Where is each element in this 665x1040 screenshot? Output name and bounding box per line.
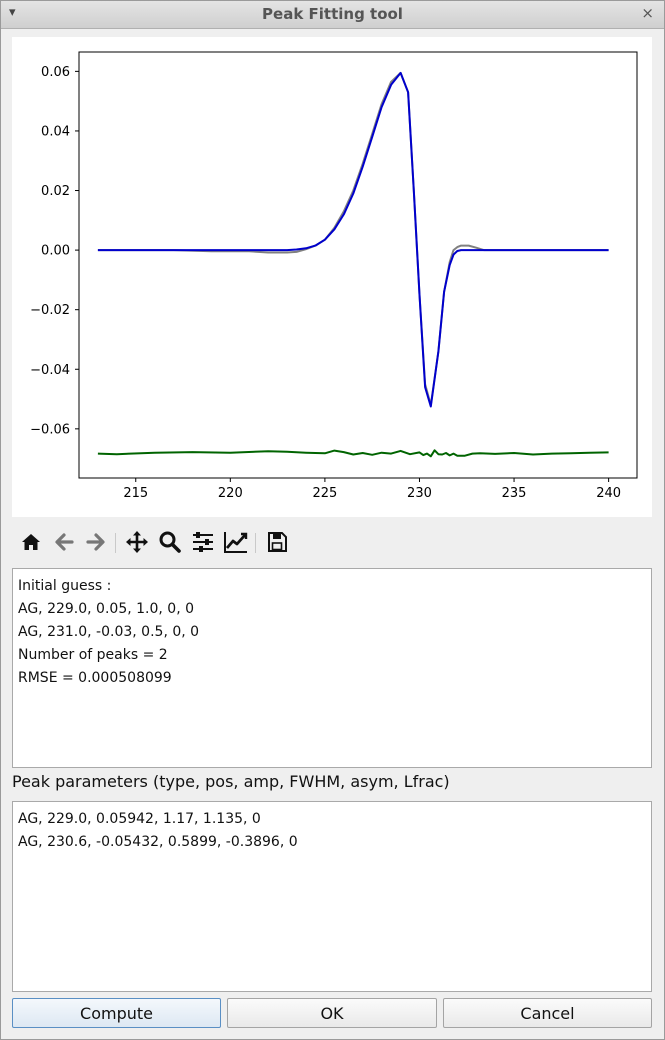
- y-tick-label: 0.06: [41, 65, 70, 80]
- peak-parameters-editor[interactable]: AG, 229.0, 0.05942, 1.17, 1.135, 0 AG, 2…: [12, 801, 652, 992]
- y-tick-label: 0.00: [41, 244, 70, 259]
- save-floppy-icon: [268, 532, 287, 552]
- y-tick-label: −0.02: [30, 303, 70, 318]
- x-tick-label: 225: [312, 486, 337, 501]
- plot-frame: [78, 51, 638, 479]
- window-title: Peak Fitting tool: [262, 5, 403, 23]
- forward-arrow-icon: [86, 533, 105, 551]
- back-arrow-icon: [55, 533, 74, 551]
- home-icon: [22, 534, 40, 550]
- param-line: AG, 229.0, 0.05942, 1.17, 1.135, 0: [18, 811, 261, 827]
- x-tick-label: 220: [218, 486, 243, 501]
- subplot-sliders-icon: [193, 532, 213, 552]
- log-line: AG, 229.0, 0.05, 1.0, 0, 0: [18, 601, 195, 617]
- peak-fit-chart: 215 220 225 230 235 240 0.06 0.04 0.02 0.00 −0.02 −…: [30, 51, 638, 501]
- log-line: Number of peaks = 2: [18, 647, 168, 663]
- pan-button[interactable]: [123, 527, 151, 557]
- zoom-magnifier-icon: [159, 531, 181, 553]
- y-tick-label: 0.02: [41, 184, 70, 199]
- edit-axis-button[interactable]: [222, 527, 250, 557]
- log-line: AG, 231.0, -0.03, 0.5, 0, 0: [18, 624, 200, 640]
- compute-button[interactable]: Compute: [12, 998, 221, 1028]
- toolbar-separator: [115, 533, 116, 553]
- cancel-button[interactable]: Cancel: [443, 998, 652, 1028]
- y-tick-label: −0.04: [30, 363, 70, 378]
- x-tick-label: 240: [596, 486, 621, 501]
- param-line: AG, 230.6, -0.05432, 0.5899, -0.3896, 0: [18, 834, 298, 850]
- zoom-button[interactable]: [156, 527, 184, 557]
- back-button[interactable]: [50, 527, 78, 557]
- x-tick-label: 215: [123, 486, 148, 501]
- edit-axis-icon: [224, 532, 248, 553]
- save-button[interactable]: [263, 527, 291, 557]
- fit-log-text[interactable]: Initial guess : AG, 229.0, 0.05, 1.0, 0,…: [12, 568, 652, 768]
- log-line: RMSE = 0.000508099: [18, 670, 172, 686]
- y-tick-label: 0.04: [41, 124, 70, 139]
- home-button[interactable]: [17, 527, 45, 557]
- forward-button[interactable]: [82, 527, 110, 557]
- peak-fitting-window: ▾ Peak Fitting tool × 215 220 225 230 235 240…: [0, 0, 665, 1040]
- toolbar-separator: [255, 533, 256, 553]
- y-tick-label: −0.06: [30, 422, 70, 437]
- x-tick-label: 235: [502, 486, 527, 501]
- subplots-button[interactable]: [189, 527, 217, 557]
- title-bar: ▾ Peak Fitting tool ×: [1, 1, 664, 29]
- close-icon[interactable]: ×: [641, 4, 654, 22]
- x-tick-label: 230: [407, 486, 432, 501]
- log-line: Initial guess :: [18, 578, 112, 594]
- ok-button[interactable]: OK: [227, 998, 437, 1028]
- pan-move-icon: [126, 531, 148, 553]
- plot-canvas[interactable]: 215 220 225 230 235 240 0.06 0.04 0.02 0.00 −0.02 −…: [12, 37, 652, 517]
- peak-parameters-label: Peak parameters (type, pos, amp, FWHM, a…: [12, 772, 450, 791]
